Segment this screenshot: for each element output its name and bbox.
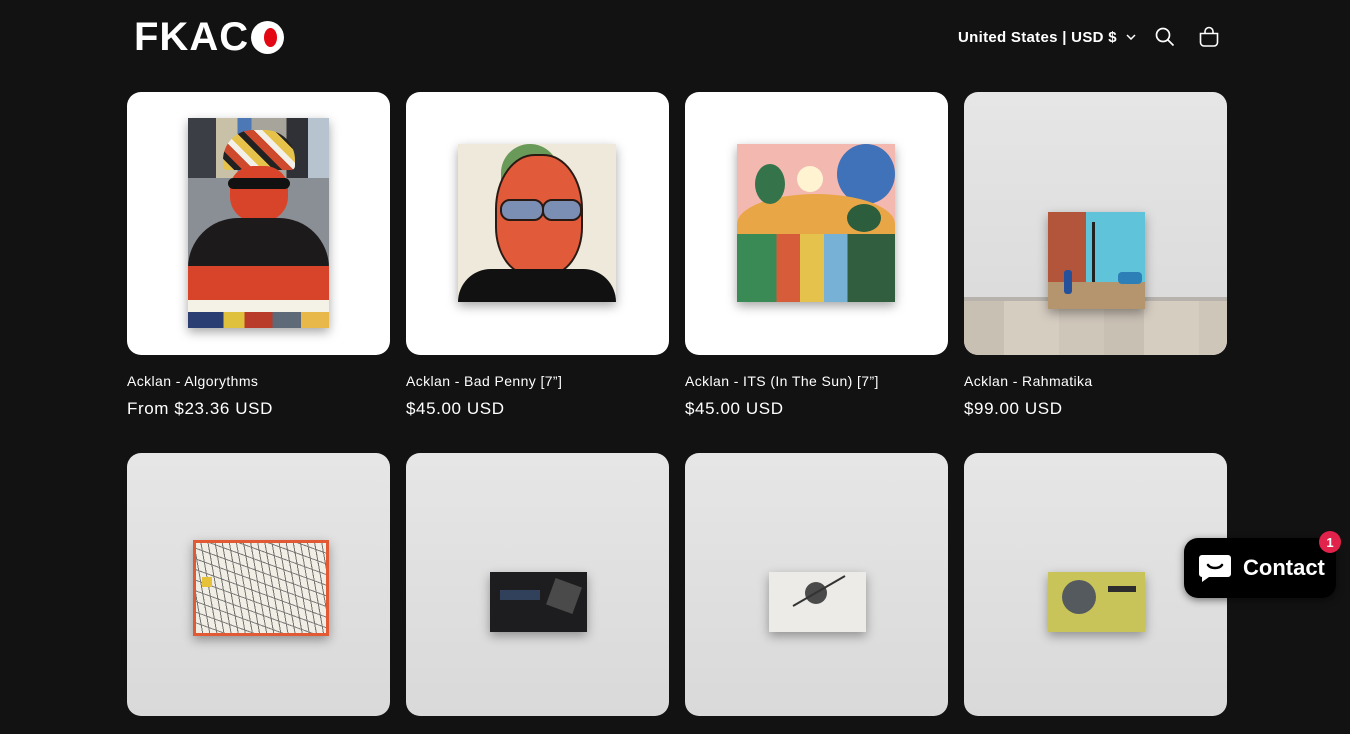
logo-mark — [251, 20, 285, 54]
product-card[interactable] — [406, 453, 669, 734]
product-title[interactable]: Acklan - Bad Penny [7”] — [406, 373, 669, 389]
notification-badge: 1 — [1319, 531, 1341, 553]
product-card[interactable]: Acklan - Bad Penny [7”] $45.00 USD — [406, 92, 669, 419]
artwork-algorythms — [188, 118, 329, 328]
product-image[interactable] — [685, 453, 948, 716]
logo-text: FKAC — [134, 15, 250, 59]
product-image[interactable] — [406, 453, 669, 716]
product-price: $99.00 USD — [964, 399, 1063, 418]
artwork-its-in-the-sun — [737, 144, 895, 302]
product-title[interactable]: Acklan - Algorythms — [127, 373, 390, 389]
artwork-bad-penny — [458, 144, 616, 302]
product-image[interactable] — [127, 453, 390, 716]
contact-label: Contact — [1243, 555, 1325, 580]
chat-bubble-icon — [1199, 555, 1231, 582]
artwork-yellow — [1048, 572, 1145, 632]
cart-icon — [1199, 26, 1219, 47]
locale-label: United States | USD $ — [958, 28, 1117, 46]
artwork-splatter — [769, 572, 866, 632]
product-card[interactable]: Acklan - Algorythms From $23.36 USD — [127, 92, 390, 419]
artwork-rahmatika — [1048, 212, 1145, 309]
product-price: $45.00 USD — [406, 399, 505, 418]
search-icon — [1155, 27, 1175, 47]
product-title[interactable]: Acklan - ITS (In The Sun) [7”] — [685, 373, 948, 389]
product-image[interactable] — [685, 92, 948, 355]
product-title[interactable]: Acklan - Rahmatika — [964, 373, 1227, 389]
product-card[interactable]: Acklan - ITS (In The Sun) [7”] $45.00 US… — [685, 92, 948, 419]
site-header: FKAC United States | USD $ — [0, 0, 1350, 74]
product-image[interactable] — [127, 92, 390, 355]
product-image[interactable] — [964, 92, 1227, 355]
product-card[interactable]: Acklan - Rahmatika $99.00 USD — [964, 92, 1227, 419]
product-price: $45.00 USD — [685, 399, 784, 418]
artwork-tree — [193, 540, 329, 636]
logo[interactable]: FKAC — [134, 15, 285, 59]
locale-selector[interactable]: United States | USD $ — [958, 26, 1136, 48]
chevron-down-icon — [1126, 34, 1136, 40]
product-card[interactable] — [685, 453, 948, 734]
artwork-dark — [490, 572, 587, 632]
cart-button[interactable] — [1196, 24, 1222, 50]
search-button[interactable] — [1152, 24, 1178, 50]
product-price: From $23.36 USD — [127, 399, 273, 418]
product-image[interactable] — [406, 92, 669, 355]
product-card[interactable] — [127, 453, 390, 734]
contact-chat-button[interactable]: Contact — [1184, 538, 1336, 598]
